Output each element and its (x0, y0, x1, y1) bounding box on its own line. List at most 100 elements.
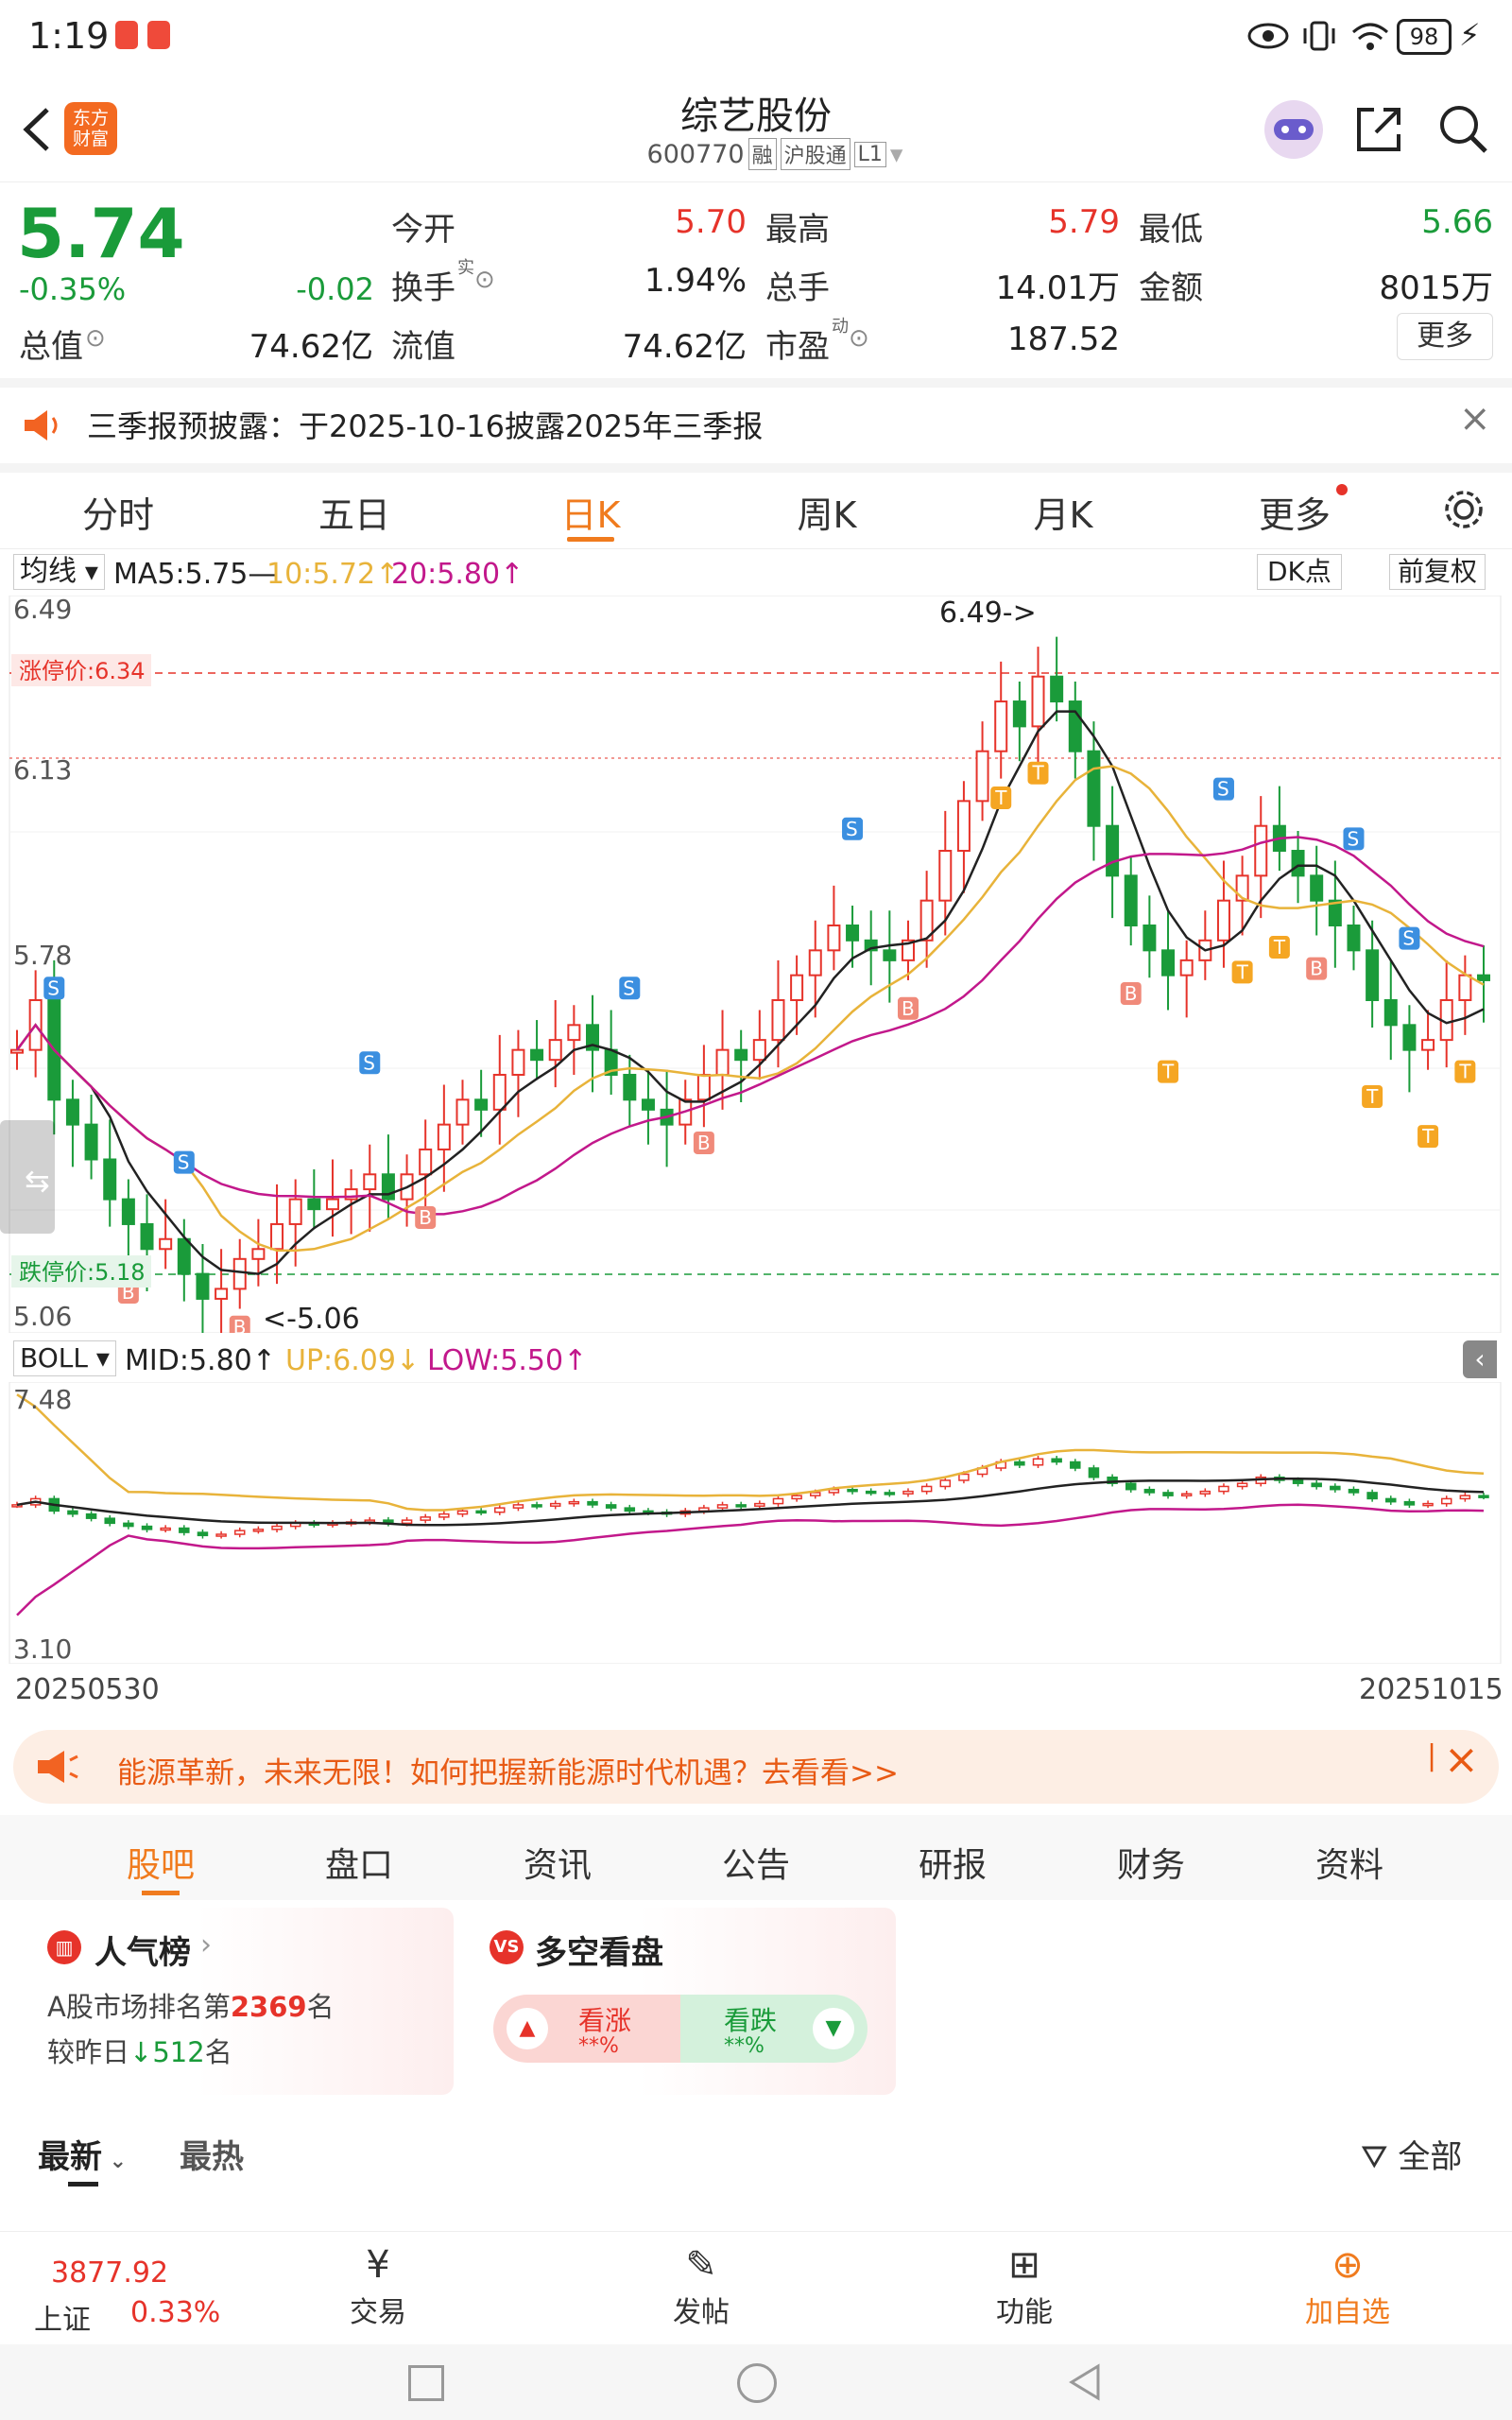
tab-guba[interactable]: 股吧 (104, 1838, 217, 1887)
recents-icon[interactable] (408, 2365, 444, 2401)
nav-post[interactable]: ✎ 发帖 (644, 2241, 758, 2330)
boll-candle-body (735, 1504, 747, 1508)
robot-avatar-icon[interactable] (1264, 100, 1323, 159)
tab-latest[interactable]: 最新 ⌄ (38, 2131, 127, 2177)
tab-profile[interactable]: 资料 (1293, 1838, 1406, 1887)
candle-body (790, 974, 804, 1001)
ad-banner[interactable]: 能源革新，未来无限！如何把握新能源时代机遇？去看看>> | × (13, 1730, 1499, 1804)
index-value[interactable]: 3877.92 (51, 2256, 168, 2290)
back-icon[interactable] (17, 106, 55, 153)
bottom-nav: 3877.92 上证 0.33% ¥ 交易 ✎ 发帖 ⊞ 功能 ⊕ 加自选 (0, 2231, 1512, 2345)
candle-body (1421, 1039, 1435, 1051)
nav-trade[interactable]: ¥ 交易 (321, 2241, 435, 2330)
search-icon[interactable] (1436, 102, 1489, 155)
boll-chart[interactable]: 7.48 3.10 (0, 1382, 1512, 1664)
boll-candle-body (104, 1517, 115, 1525)
popularity-card[interactable]: ▥ 人气榜 › A股市场排名第2369名 较昨日↓512名 (26, 1908, 454, 2095)
chevron-down-icon[interactable]: ▾ (890, 140, 903, 169)
fuquan-button[interactable]: 前复权 (1389, 554, 1486, 590)
tab-finance[interactable]: 财务 (1094, 1838, 1208, 1887)
tab-five-day[interactable]: 五日 (288, 486, 421, 538)
boll-y-bottom: 3.10 (13, 1634, 72, 1664)
triangle-up-icon: ▲ (507, 2008, 548, 2049)
sell-marker-label: S (363, 1051, 375, 1074)
boll-candle-body (1180, 1493, 1193, 1496)
tab-daily-k[interactable]: 日K (524, 486, 657, 538)
tab-research[interactable]: 研报 (896, 1838, 1009, 1887)
t-marker-label: T (1273, 936, 1286, 959)
filter-button[interactable]: ⛛ 全部 (1361, 2131, 1462, 2177)
red-dot-badge (1336, 484, 1348, 495)
more-quote-button[interactable]: 更多 (1397, 313, 1493, 360)
tab-announcements[interactable]: 公告 (699, 1838, 813, 1887)
ma-selector[interactable]: 均线 ▾ (13, 554, 105, 590)
tag-margin: 融 (747, 138, 777, 170)
boll-candle-body (1143, 1488, 1156, 1494)
candle-body (715, 1048, 730, 1076)
candle-body (1347, 925, 1361, 952)
candle-body (1012, 700, 1026, 728)
candle-body (1254, 824, 1268, 877)
notice-bar[interactable]: 三季报预披露：于2025-10-16披露2025年三季报 × (0, 388, 1512, 463)
bull-bear-card: VS 多空看盘 ▲ 看涨 **% 看跌 **% ▼ (469, 1908, 896, 2095)
grid-icon: ⊞ (1008, 2243, 1040, 2287)
candle-body (1087, 750, 1101, 827)
active-tab-indicator (567, 537, 614, 542)
bear-label: 看跌 (724, 2005, 778, 2036)
boll-candle-body (624, 1507, 636, 1512)
tab-intraday[interactable]: 分时 (52, 486, 184, 538)
candlestick-chart[interactable]: SSSSSSSSBBBBBBBTTTTTTTT 6.49 6.13 5.78 5… (0, 596, 1512, 1333)
home-icon[interactable] (737, 2363, 777, 2403)
candle-body (363, 1173, 377, 1191)
boll-candle-body (1403, 1500, 1416, 1506)
sell-marker-label: S (846, 818, 858, 840)
index-name[interactable]: 上证 (34, 2296, 91, 2338)
vibrate-icon (1303, 21, 1335, 51)
close-icon[interactable]: × (1459, 397, 1491, 441)
gear-icon[interactable] (1442, 488, 1486, 531)
boll-candle-body (1292, 1479, 1304, 1484)
drag-handle-icon[interactable]: ⇆ (25, 1163, 50, 1199)
info-icon[interactable]: ⊙ (474, 266, 495, 294)
rank-change-line: 较昨日↓512名 (47, 2031, 232, 2070)
candle-body (1031, 675, 1045, 728)
candle-body (10, 1048, 24, 1054)
candle-body (1458, 974, 1472, 1001)
wifi-icon (1352, 23, 1388, 50)
nav-functions[interactable]: ⊞ 功能 (968, 2241, 1081, 2330)
arrow-down-icon: ↓ (129, 2036, 153, 2068)
sell-marker-label: S (47, 977, 60, 999)
candle-body (84, 1123, 98, 1161)
dk-button[interactable]: DK点 (1257, 554, 1342, 590)
close-icon[interactable]: × (1444, 1736, 1479, 1784)
bear-button[interactable]: 看跌 **% ▼ (680, 1995, 868, 2063)
info-icon[interactable]: ⊙ (849, 324, 869, 353)
tab-pankou[interactable]: 盘口 (302, 1838, 416, 1887)
tab-hottest[interactable]: 最热 (180, 2131, 244, 2177)
charging-icon: ⚡ (1459, 17, 1481, 53)
indicator-selector[interactable]: BOLL ▾ (13, 1340, 116, 1376)
ma5-value: MA5:5.75— (113, 558, 277, 591)
info-icon[interactable]: ⊙ (85, 324, 106, 353)
nav-add-watch[interactable]: ⊕ 加自选 (1291, 2241, 1404, 2330)
tab-monthly-k[interactable]: 月K (997, 486, 1129, 538)
yen-icon: ¥ (366, 2243, 390, 2287)
share-icon[interactable] (1353, 104, 1404, 155)
low-value: 5.66 (1421, 203, 1493, 241)
index-change[interactable]: 0.33% (130, 2296, 220, 2329)
bull-button[interactable]: ▲ 看涨 **% (493, 1995, 680, 2063)
plus-circle-icon: ⊕ (1332, 2243, 1364, 2287)
sell-marker-label: S (1402, 927, 1415, 950)
nav-post-label: 发帖 (673, 2296, 730, 2329)
stock-title: 综艺股份 (680, 95, 832, 138)
candle-body (159, 1237, 173, 1251)
status-time: 1:19 (28, 15, 110, 57)
tab-weekly-k[interactable]: 周K (761, 486, 893, 538)
boll-mid: MID:5.80↑ (125, 1344, 276, 1377)
boll-candle-body (1385, 1497, 1397, 1503)
collapse-panel-icon[interactable]: ‹ (1463, 1340, 1497, 1378)
candle-body (270, 1222, 284, 1251)
back-nav-icon[interactable] (1068, 2363, 1102, 2401)
tab-news[interactable]: 资讯 (501, 1838, 614, 1887)
boll-candle-body (215, 1533, 227, 1537)
